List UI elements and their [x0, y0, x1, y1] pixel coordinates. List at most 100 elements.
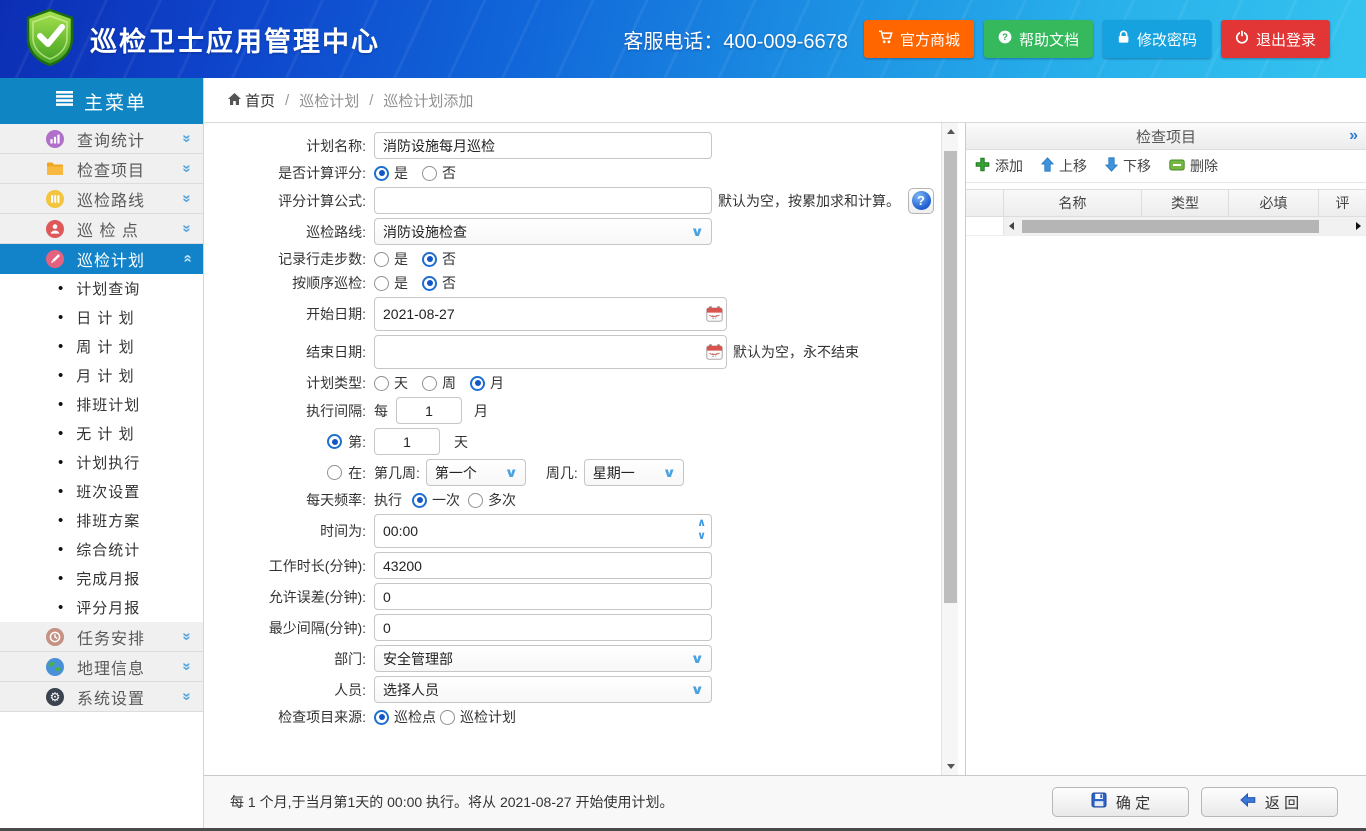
formula-help-button[interactable]: ? — [908, 187, 934, 214]
freq-once-radio[interactable] — [412, 492, 427, 508]
start-date-input[interactable] — [374, 297, 727, 331]
scroll-left-arrow[interactable] — [1009, 222, 1014, 230]
scrollbar-thumb[interactable] — [1022, 219, 1319, 233]
day-option-radio[interactable] — [327, 434, 343, 449]
column-header-required[interactable]: 必填 — [1229, 190, 1319, 216]
scrollbar-thumb[interactable] — [944, 151, 957, 603]
source-point-radio[interactable] — [374, 709, 389, 725]
weekday-select[interactable]: 星期一 ∨ — [583, 459, 684, 486]
plan-type-week-radio[interactable] — [422, 375, 437, 391]
sidebar-item-points[interactable]: 巡 检 点 » — [0, 214, 203, 244]
spinner-up-icon[interactable]: ∧ — [697, 517, 706, 530]
sidebar-subitem-shift-plan[interactable]: • 排班计划 — [0, 390, 203, 419]
plan-type-month-radio[interactable] — [470, 375, 485, 391]
which-week-select[interactable]: 第一个 ∨ — [425, 459, 526, 486]
breadcrumb: 首页 / 巡检计划 / 巡检计划添加 — [204, 78, 1366, 123]
button-label: 修改密码 — [1136, 31, 1197, 49]
min-interval-input[interactable] — [374, 614, 712, 641]
list-icon — [55, 90, 73, 112]
add-item-button[interactable]: 添加 — [975, 156, 1023, 176]
delete-item-button[interactable]: 删除 — [1169, 156, 1218, 176]
breadcrumb-home[interactable]: 首页 — [228, 90, 275, 111]
calendar-icon[interactable]: 17 — [706, 344, 723, 360]
official-shop-button[interactable]: 官方商城 — [863, 20, 974, 58]
interval-input[interactable] — [396, 397, 462, 424]
calc-score-yes-radio[interactable] — [374, 165, 389, 181]
calendar-icon[interactable]: 17 — [706, 306, 723, 322]
sidebar-subitem-shift-settings[interactable]: • 班次设置 — [0, 477, 203, 506]
sidebar-item-geo[interactable]: 地理信息 » — [0, 652, 203, 682]
sidebar-subitem-no-plan[interactable]: • 无 计 划 — [0, 419, 203, 448]
in-order-no-radio[interactable] — [422, 275, 437, 291]
score-formula-label: 评分计算公式: — [278, 192, 366, 209]
subitem-label: 月 计 划 — [76, 368, 135, 385]
route-select[interactable]: 消防设施检查 ∨ — [374, 218, 712, 245]
sidebar-item-check-items[interactable]: 检查项目 » — [0, 154, 203, 184]
logout-button[interactable]: 退出登录 — [1220, 20, 1330, 58]
sidebar-subitem-day-plan[interactable]: • 日 计 划 — [0, 303, 203, 332]
department-select[interactable]: 安全管理部 ∨ — [374, 645, 712, 672]
source-plan-radio[interactable] — [440, 709, 455, 725]
sidebar-subitem-completion-report[interactable]: • 完成月报 — [0, 564, 203, 593]
sidebar-item-tasks[interactable]: 任务安排 » — [0, 622, 203, 652]
scroll-up-arrow[interactable] — [942, 123, 959, 140]
delete-icon — [1169, 158, 1185, 174]
in-order-yes-radio[interactable] — [374, 275, 389, 291]
sidebar-subitem-score-report[interactable]: • 评分月报 — [0, 593, 203, 622]
chevron-down-icon: » — [178, 632, 196, 641]
week-option-radio[interactable] — [327, 465, 343, 480]
scroll-down-arrow[interactable] — [942, 758, 959, 775]
form-row: 评分计算公式: 默认为空，按累加求和计算。 ? — [204, 187, 941, 214]
sidebar-item-query-stats[interactable]: 查询统计 » — [0, 124, 203, 154]
form-vertical-scrollbar[interactable] — [941, 123, 958, 775]
in-order-label: 按顺序巡检: — [292, 275, 366, 291]
column-header-type[interactable]: 类型 — [1142, 190, 1229, 216]
help-docs-button[interactable]: ? 帮助文档 — [983, 20, 1093, 58]
score-formula-input[interactable] — [374, 187, 712, 214]
record-steps-yes-radio[interactable] — [374, 251, 389, 267]
sidebar-subitem-plan-exec[interactable]: • 计划执行 — [0, 448, 203, 477]
time-field: ∧∨ — [374, 514, 712, 548]
chevron-down-icon: ∨ — [662, 464, 677, 480]
sidebar-subitem-month-plan[interactable]: • 月 计 划 — [0, 361, 203, 390]
work-duration-input[interactable] — [374, 552, 712, 579]
sidebar-item-plans[interactable]: 巡检计划 » — [0, 244, 203, 274]
question-icon: ? — [911, 191, 931, 210]
calc-score-no-radio[interactable] — [422, 165, 437, 181]
sidebar-subitem-plan-query[interactable]: • 计划查询 — [0, 274, 203, 303]
end-date-input[interactable] — [374, 335, 727, 369]
change-password-button[interactable]: 修改密码 — [1102, 20, 1211, 58]
day-number-input[interactable] — [374, 428, 440, 455]
allow-error-label: 允许误差(分钟): — [268, 588, 366, 605]
sidebar-item-label: 检查项目 — [77, 162, 146, 180]
confirm-button[interactable]: 确 定 — [1052, 787, 1189, 817]
form-row: 第: 天 — [204, 428, 941, 455]
sidebar-subitem-综合统计[interactable]: • 综合统计 — [0, 535, 203, 564]
sidebar-item-settings[interactable]: ⚙ 系统设置 » — [0, 682, 203, 712]
collapse-panel-icon[interactable]: » — [1349, 127, 1358, 145]
move-up-button[interactable]: 上移 — [1040, 156, 1087, 176]
column-header-score[interactable]: 评 — [1319, 190, 1366, 216]
personnel-select[interactable]: 选择人员 ∨ — [374, 676, 712, 703]
allow-error-input[interactable] — [374, 583, 712, 610]
freq-multi-radio[interactable] — [468, 492, 483, 508]
time-spinner[interactable]: ∧ ∨ — [697, 517, 706, 543]
spinner-down-icon[interactable]: ∨ — [697, 530, 706, 543]
plan-name-input[interactable] — [374, 132, 712, 159]
column-header-name[interactable]: 名称 — [1004, 190, 1142, 216]
plan-type-day-radio[interactable] — [374, 375, 389, 391]
sidebar-subitem-shift-scheme[interactable]: • 排班方案 — [0, 506, 203, 535]
time-input[interactable] — [374, 514, 712, 548]
record-steps-no-radio[interactable] — [422, 251, 437, 267]
work-duration-label: 工作时长(分钟): — [268, 557, 366, 574]
back-button[interactable]: 返 回 — [1201, 787, 1338, 817]
sidebar-item-routes[interactable]: 巡检路线 » — [0, 184, 203, 214]
sidebar-subitem-week-plan[interactable]: • 周 计 划 — [0, 332, 203, 361]
sidebar-item-label: 查询统计 — [77, 132, 146, 150]
move-down-button[interactable]: 下移 — [1104, 156, 1151, 176]
breadcrumb-separator: / — [285, 91, 290, 109]
breadcrumb-item[interactable]: 巡检计划 — [299, 90, 359, 111]
scroll-right-arrow[interactable] — [1356, 222, 1361, 230]
scrollbar-track[interactable] — [1004, 217, 1366, 235]
start-date-label: 开始日期: — [306, 306, 366, 322]
